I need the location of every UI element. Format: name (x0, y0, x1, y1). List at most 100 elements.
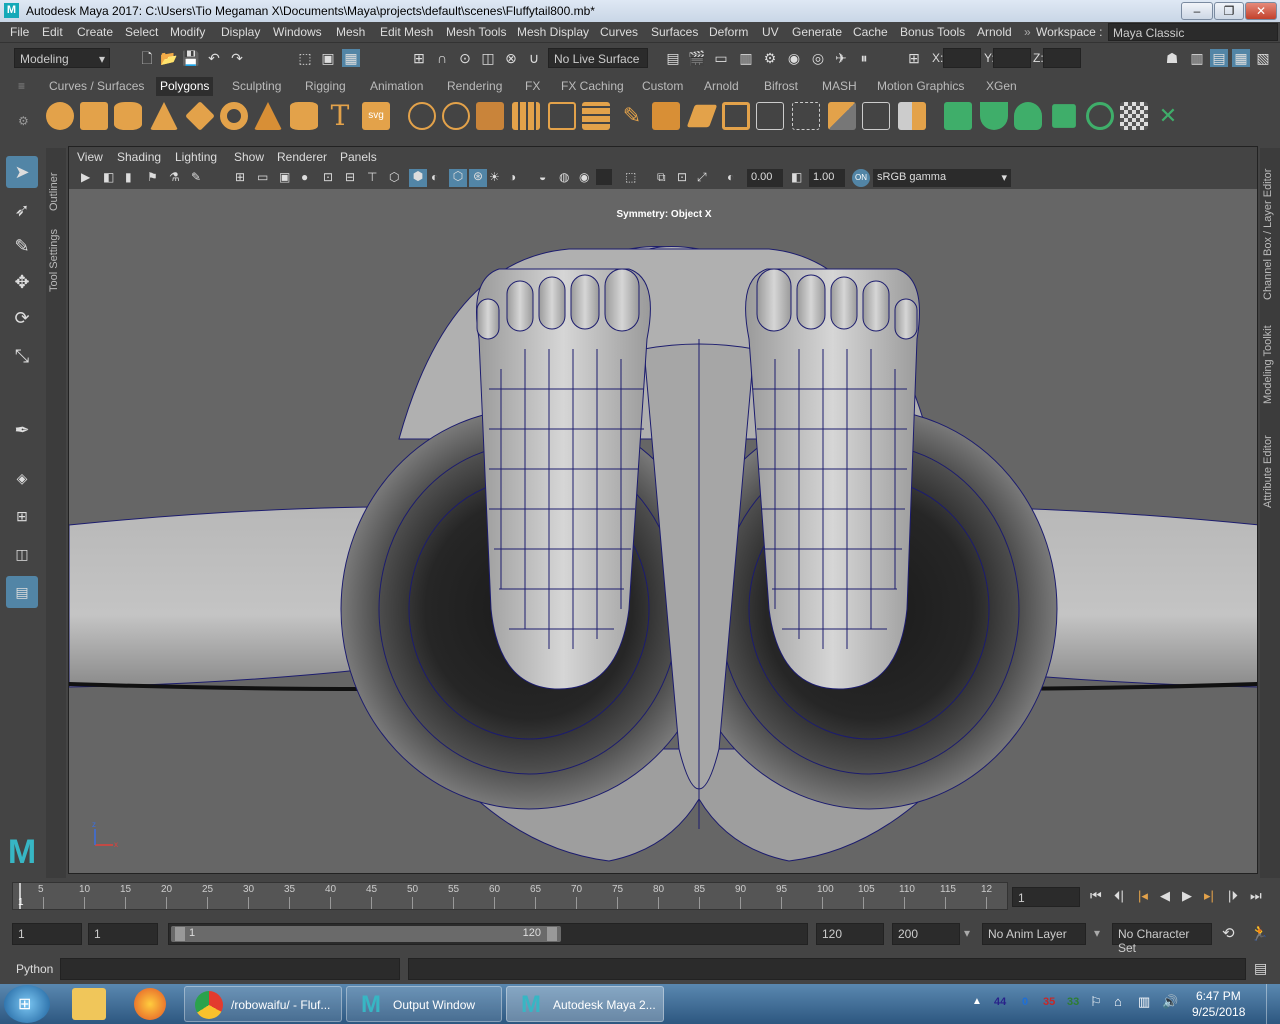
shelf-menu-icon[interactable]: ≡ (18, 79, 25, 93)
range-slider-handle[interactable]: 1 120 (171, 926, 561, 942)
snap-point-icon[interactable]: ⊙ (456, 49, 474, 67)
select-tool-icon[interactable]: ➤ (6, 156, 38, 188)
script-editor-icon[interactable]: ▤ (1254, 960, 1267, 977)
separate-icon[interactable] (442, 102, 470, 130)
combine-icon[interactable] (408, 102, 436, 130)
new-scene-icon[interactable]: 🗋 (138, 49, 156, 67)
smooth-icon[interactable] (476, 102, 504, 130)
y-field[interactable] (993, 48, 1031, 68)
mirror-icon[interactable] (548, 102, 576, 130)
tab-channel-box[interactable]: Channel Box / Layer Editor (1262, 154, 1278, 300)
camera-select-icon[interactable]: ▶ (81, 170, 90, 184)
channel-box-toggle-icon[interactable]: ▦ (1232, 49, 1250, 67)
restore-button[interactable]: ❐ (1214, 2, 1244, 20)
file-explorer-icon[interactable] (72, 988, 106, 1020)
vp-menu-lighting[interactable]: Lighting (175, 150, 217, 164)
tab-motion-graphics[interactable]: Motion Graphics (877, 79, 964, 93)
shelf-settings-icon[interactable]: ⚙ (18, 114, 29, 128)
camera-frame-icon[interactable]: ⤢ (697, 170, 707, 185)
grease-pencil-icon[interactable]: ✎ (191, 170, 201, 184)
cylindrical-map-icon[interactable] (980, 102, 1008, 130)
select-component-icon[interactable]: ▦ (342, 49, 360, 67)
hypershade-icon[interactable]: ◉ (785, 49, 803, 67)
move-tool-icon[interactable]: ✥ (6, 266, 38, 298)
magnet-icon[interactable]: ∪ (525, 49, 543, 67)
camera-attributes-icon[interactable]: ◧ (103, 170, 114, 184)
safe-action-icon[interactable]: ⊟ (345, 170, 355, 184)
gate-mask-icon[interactable]: ● (301, 170, 308, 184)
tab-rigging[interactable]: Rigging (305, 79, 346, 93)
tab-rendering[interactable]: Rendering (447, 79, 502, 93)
tab-custom[interactable]: Custom (642, 79, 683, 93)
poly-torus-icon[interactable] (220, 102, 248, 130)
live-surface-field[interactable]: No Live Surface (548, 48, 648, 68)
step-forward-frame-icon[interactable]: ▸| (1204, 888, 1214, 904)
single-perspective-layout-icon[interactable]: ◈ (6, 462, 38, 494)
uv-editor-icon[interactable]: ✕ (1154, 102, 1182, 130)
outliner-layout-icon[interactable]: ▤ (6, 576, 38, 608)
sign-in-icon[interactable]: ☗ (1163, 49, 1181, 67)
attribute-editor-toggle-icon[interactable]: ▤ (1210, 49, 1228, 67)
redo-icon[interactable]: ↷ (228, 49, 246, 67)
menu-file[interactable]: File (10, 25, 29, 39)
start-button[interactable]: ⊞ (4, 985, 50, 1023)
menu-bonus-tools[interactable]: Bonus Tools (900, 25, 965, 39)
last-tool-icon[interactable]: ✒ (6, 414, 38, 446)
target-weld-icon[interactable] (792, 102, 820, 130)
fill-hole-icon[interactable] (686, 104, 718, 128)
poly-pyramid-icon[interactable] (254, 102, 282, 130)
paint-select-tool-icon[interactable]: ✎ (6, 230, 38, 262)
poly-type-icon[interactable]: T (326, 102, 354, 130)
multi-cut-icon[interactable] (756, 102, 784, 130)
tab-curves-surfaces[interactable]: Curves / Surfaces (49, 79, 144, 93)
tab-bifrost[interactable]: Bifrost (764, 79, 798, 93)
tray-expand-icon[interactable]: ▲ (972, 996, 982, 1007)
menu-modify[interactable]: Modify (170, 25, 205, 39)
tab-fx[interactable]: FX (525, 79, 540, 93)
poly-cone-icon[interactable] (150, 102, 178, 130)
tab-animation[interactable]: Animation (370, 79, 423, 93)
insert-edge-loop-icon[interactable] (722, 102, 750, 130)
time-slider-track[interactable]: 1 5 10 15 20 25 30 35 40 45 50 55 60 65 70 75 80 85 90 95 1… (12, 882, 1008, 910)
rotate-tool-icon[interactable]: ⟳ (6, 302, 38, 334)
chevron-down-icon[interactable]: ▾ (964, 926, 970, 940)
tab-modeling-toolkit[interactable]: Modeling Toolkit (1262, 314, 1278, 404)
clock-time[interactable]: 6:47 PM (1196, 989, 1241, 1003)
animation-preferences-icon[interactable]: 🏃 (1250, 924, 1269, 942)
four-view-layout-icon[interactable]: ⊞ (6, 500, 38, 532)
vp-menu-show[interactable]: Show (234, 150, 264, 164)
tab-attribute-editor[interactable]: Attribute Editor (1262, 424, 1278, 508)
input-mode-icon[interactable]: ⊞ (905, 49, 923, 67)
usb-icon[interactable]: ⌂ (1114, 994, 1122, 1009)
tab-mash[interactable]: MASH (822, 79, 857, 93)
clock-date[interactable]: 9/25/2018 (1192, 1005, 1245, 1019)
command-language-label[interactable]: Python (16, 962, 53, 976)
poly-sphere-icon[interactable] (46, 102, 74, 130)
poly-cylinder-icon[interactable] (114, 102, 142, 130)
menu-deform[interactable]: Deform (709, 25, 748, 39)
pause-viewport-icon[interactable]: ⏸ (855, 49, 873, 67)
xray-icon[interactable]: ⊛ (469, 169, 487, 187)
play-backwards-icon[interactable]: ◀ (1160, 888, 1170, 904)
unfold-icon[interactable] (1086, 102, 1114, 130)
depth-of-field-icon[interactable] (596, 169, 612, 185)
menu-mesh-display[interactable]: Mesh Display (517, 25, 589, 39)
snap-grid-icon[interactable]: ⊞ (410, 49, 428, 67)
safe-title-icon[interactable]: ⊤ (367, 170, 377, 184)
bevel-icon[interactable] (652, 102, 680, 130)
anim-layer-dropdown[interactable]: No Anim Layer (982, 923, 1086, 945)
menu-surfaces[interactable]: Surfaces (651, 25, 698, 39)
smooth-shade-icon[interactable]: ⬢ (409, 169, 427, 187)
menu-arnold[interactable]: Arnold (977, 25, 1012, 39)
undo-icon[interactable]: ↶ (205, 49, 223, 67)
render-settings-window-icon[interactable]: ⚙ (761, 49, 779, 67)
select-hierarchy-icon[interactable]: ⬚ (296, 49, 314, 67)
planar-map-icon[interactable] (944, 102, 972, 130)
menu-cache[interactable]: Cache (853, 25, 888, 39)
z-field[interactable] (1043, 48, 1081, 68)
character-set-dropdown[interactable]: No Character Set (1112, 923, 1212, 955)
motion-blur-icon[interactable]: ◍ (559, 170, 569, 184)
scale-tool-icon[interactable]: ⤡ (6, 340, 38, 372)
anti-aliasing-icon[interactable]: ◉ (579, 170, 589, 184)
x-field[interactable] (943, 48, 981, 68)
